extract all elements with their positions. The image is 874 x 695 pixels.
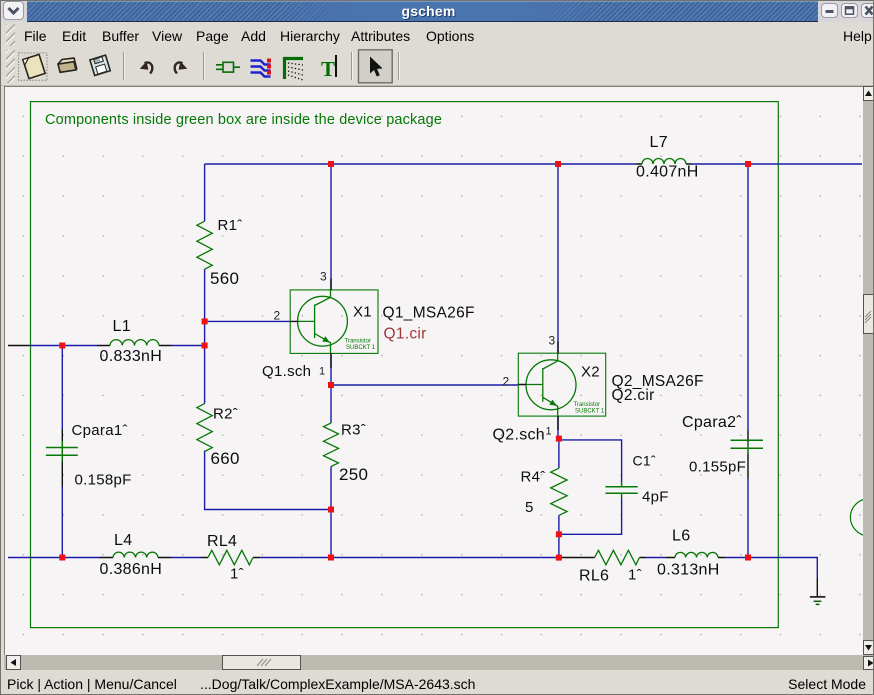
svg-text:660: 660: [211, 449, 240, 468]
svg-text:5: 5: [525, 499, 534, 516]
svg-text:L4: L4: [114, 532, 132, 549]
svg-text:Q1.sch: Q1.sch: [262, 363, 311, 380]
svg-text:2: 2: [274, 309, 281, 323]
svg-text:0.158pF: 0.158pF: [75, 472, 132, 489]
svg-text:X1: X1: [353, 304, 372, 321]
svg-text:0.313nH: 0.313nH: [657, 562, 720, 579]
svg-text:1: 1: [319, 366, 325, 378]
svg-text:T: T: [321, 57, 335, 81]
svg-text:0.386nH: 0.386nH: [100, 561, 163, 578]
svg-text:Cpara2ˆ: Cpara2ˆ: [682, 414, 742, 431]
svg-text:Q2.sch: Q2.sch: [493, 427, 546, 444]
svg-text:R2ˆ: R2ˆ: [213, 406, 238, 423]
svg-text:RL6: RL6: [579, 568, 609, 585]
svg-text:Q2.cir: Q2.cir: [612, 387, 655, 404]
svg-text:Q1_MSA26F: Q1_MSA26F: [383, 305, 475, 322]
svg-text:RL4: RL4: [207, 533, 237, 550]
svg-text:1ˆ: 1ˆ: [628, 567, 642, 584]
svg-text:1: 1: [546, 426, 552, 438]
svg-text:Transistor: Transistor: [574, 402, 600, 408]
svg-text:560: 560: [210, 269, 239, 288]
svg-text:1ˆ: 1ˆ: [230, 566, 244, 583]
svg-text:Cpara1ˆ: Cpara1ˆ: [72, 422, 128, 439]
svg-text:3: 3: [549, 334, 556, 348]
svg-text:R3ˆ: R3ˆ: [341, 422, 366, 439]
svg-text:3: 3: [320, 270, 327, 284]
svg-text:4pF: 4pF: [642, 489, 669, 506]
svg-text:0.407nH: 0.407nH: [636, 164, 699, 181]
svg-text:2: 2: [503, 375, 510, 389]
svg-text:0.155pF: 0.155pF: [689, 459, 746, 476]
svg-text:SUBCKT 1: SUBCKT 1: [346, 345, 376, 351]
svg-text:R4ˆ: R4ˆ: [521, 469, 546, 486]
svg-text:R1ˆ: R1ˆ: [218, 217, 243, 234]
svg-text:SUBCKT 1: SUBCKT 1: [575, 409, 605, 415]
svg-text:L7: L7: [650, 134, 668, 151]
svg-text:L1: L1: [113, 318, 131, 335]
svg-text:250: 250: [339, 465, 368, 484]
svg-text:Transistor: Transistor: [345, 339, 371, 345]
svg-text:L6: L6: [672, 528, 690, 545]
svg-text:C1ˆ: C1ˆ: [633, 453, 656, 469]
svg-text:X2: X2: [581, 364, 600, 381]
svg-text:Q1.cir: Q1.cir: [384, 326, 427, 343]
svg-text:Components inside green box ar: Components inside green box are inside t…: [45, 112, 442, 128]
svg-text:0.833nH: 0.833nH: [100, 348, 163, 365]
